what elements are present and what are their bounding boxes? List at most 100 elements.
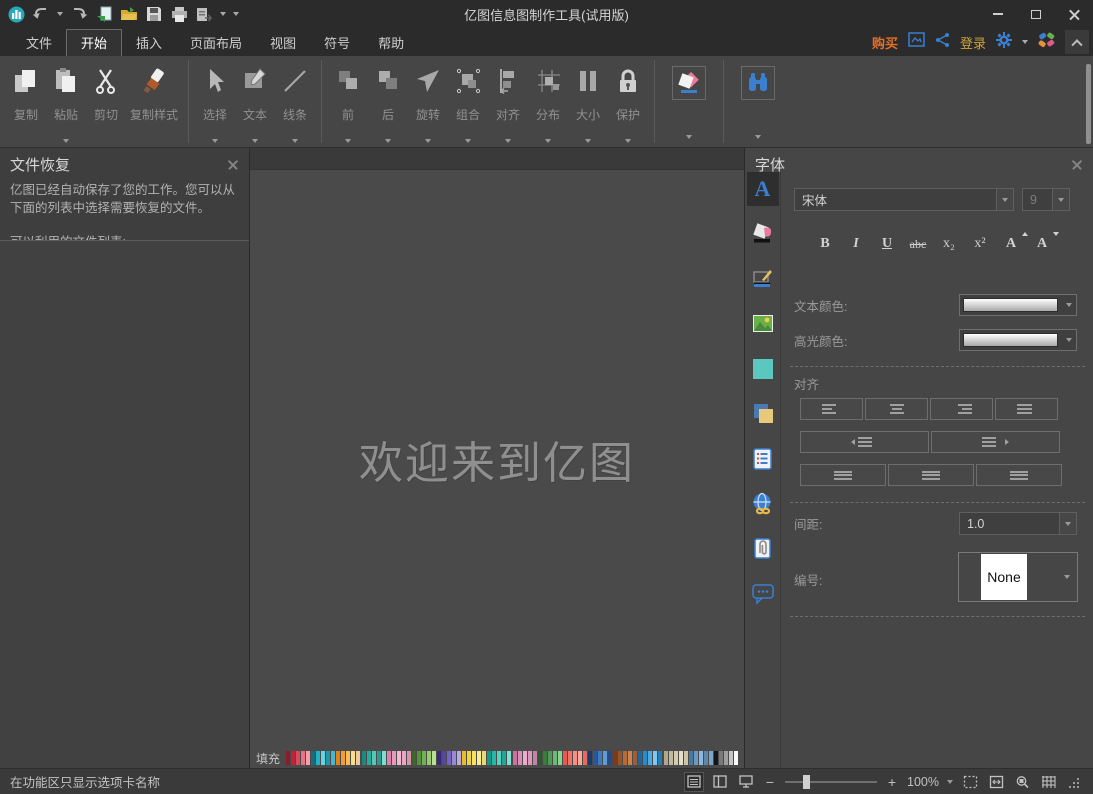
fill-swatch[interactable] [417,751,421,765]
fill-swatch[interactable] [513,751,517,765]
tab-insert[interactable]: 插入 [122,29,176,56]
open-file-icon[interactable] [120,5,138,23]
fill-swatch[interactable] [442,751,446,765]
fill-swatch[interactable] [296,751,300,765]
fill-swatch[interactable] [502,751,506,765]
fill-swatch[interactable] [598,751,602,765]
share-icon[interactable] [935,32,950,52]
numbering-dropdown-icon[interactable] [1057,575,1077,579]
fill-bucket-icon[interactable] [747,217,779,251]
fill-swatch[interactable] [583,751,587,765]
toolbar-options-icon[interactable] [233,12,239,16]
undo-dropdown-icon[interactable] [57,12,63,16]
quick-color-icon[interactable] [747,352,779,386]
fill-swatch[interactable] [341,751,345,765]
hyperlink-globe-icon[interactable] [747,487,779,521]
settings-gear-icon[interactable] [996,32,1012,53]
fill-swatch[interactable] [467,751,471,765]
login-button[interactable]: 登录 [960,33,986,52]
fill-swatch[interactable] [679,751,683,765]
grid-icon[interactable] [1039,773,1057,791]
underline-button[interactable]: U [876,232,898,252]
group-button[interactable]: 组合 [448,60,488,147]
feedback-image-icon[interactable] [908,32,925,52]
maximize-button[interactable] [1017,0,1055,28]
fill-swatch[interactable] [372,751,376,765]
picture-icon[interactable] [747,307,779,341]
fit-page-icon[interactable] [987,773,1005,791]
zoom-in-icon[interactable]: + [885,774,899,790]
zoom-slider-handle[interactable] [803,775,810,789]
fill-swatch[interactable] [377,751,381,765]
align-dropdown-icon[interactable] [505,139,511,143]
recovery-close-icon[interactable] [227,159,239,171]
fill-swatch[interactable] [563,751,567,765]
font-tab-icon[interactable]: A [747,172,779,206]
bring-front-dropdown-icon[interactable] [345,139,351,143]
fill-swatch[interactable] [331,751,335,765]
cut-button[interactable]: 剪切 [86,60,126,147]
attachment-icon[interactable] [747,532,779,566]
comment-bubble-icon[interactable] [747,577,779,611]
fill-swatch[interactable] [472,751,476,765]
fill-swatch[interactable] [356,751,360,765]
fill-swatch[interactable] [528,751,532,765]
fill-swatch[interactable] [301,751,305,765]
fill-swatch[interactable] [684,751,688,765]
find-button[interactable] [730,60,786,147]
valign-top-button[interactable] [800,464,886,486]
fill-swatch[interactable] [548,751,552,765]
font-size-dropdown-icon[interactable] [1052,189,1069,210]
fill-swatch[interactable] [367,751,371,765]
align-justify-button[interactable] [995,398,1058,420]
protect-button[interactable]: 保护 [608,60,648,147]
new-file-icon[interactable] [95,5,113,23]
fill-swatch[interactable] [477,751,481,765]
bring-front-button[interactable]: 前 [328,60,368,147]
find-dropdown-icon[interactable] [755,135,761,139]
fill-swatch[interactable] [538,751,542,765]
fill-swatch[interactable] [633,751,637,765]
fill-swatch[interactable] [628,751,632,765]
recovery-file-list[interactable] [0,240,249,768]
fill-swatch[interactable] [412,751,416,765]
fill-swatch[interactable] [482,751,486,765]
text-button[interactable]: 文本 [235,60,275,147]
select-button[interactable]: 选择 [195,60,235,147]
fill-swatch[interactable] [321,751,325,765]
text-dropdown-icon[interactable] [252,139,258,143]
fill-swatch[interactable] [311,751,315,765]
fill-swatch[interactable] [719,751,723,765]
fill-swatch[interactable] [351,751,355,765]
spacing-select[interactable]: 1.0 [959,512,1077,535]
fill-swatch[interactable] [664,751,668,765]
line-style-icon[interactable] [747,262,779,296]
subscript-button[interactable]: x₂ [938,232,960,252]
zoom-level-value[interactable]: 100% [907,775,939,789]
text-color-dropdown-icon[interactable] [1061,295,1076,315]
fill-swatch[interactable] [497,751,501,765]
paste-dropdown-icon[interactable] [63,139,69,143]
fill-swatch[interactable] [452,751,456,765]
save-icon[interactable] [145,5,163,23]
fill-swatch[interactable] [382,751,386,765]
shrink-font-button[interactable]: A [1031,232,1053,252]
highlight-color-select[interactable] [959,329,1077,351]
fill-swatch[interactable] [618,751,622,765]
fill-swatch[interactable] [523,751,527,765]
fill-swatch[interactable] [638,751,642,765]
undo-icon[interactable] [32,5,50,23]
fill-swatch[interactable] [336,751,340,765]
font-name-dropdown-icon[interactable] [996,189,1013,210]
fill-swatch[interactable] [558,751,562,765]
fill-swatch[interactable] [623,751,627,765]
fill-swatch[interactable] [346,751,350,765]
fill-swatch[interactable] [669,751,673,765]
fill-swatch[interactable] [402,751,406,765]
fit-selection-icon[interactable] [961,773,979,791]
zoom-out-icon[interactable]: − [763,774,777,790]
font-name-select[interactable]: 宋体 [794,188,1014,211]
fill-swatch[interactable] [608,751,612,765]
fill-swatch[interactable] [422,751,426,765]
align-center-button[interactable] [865,398,928,420]
